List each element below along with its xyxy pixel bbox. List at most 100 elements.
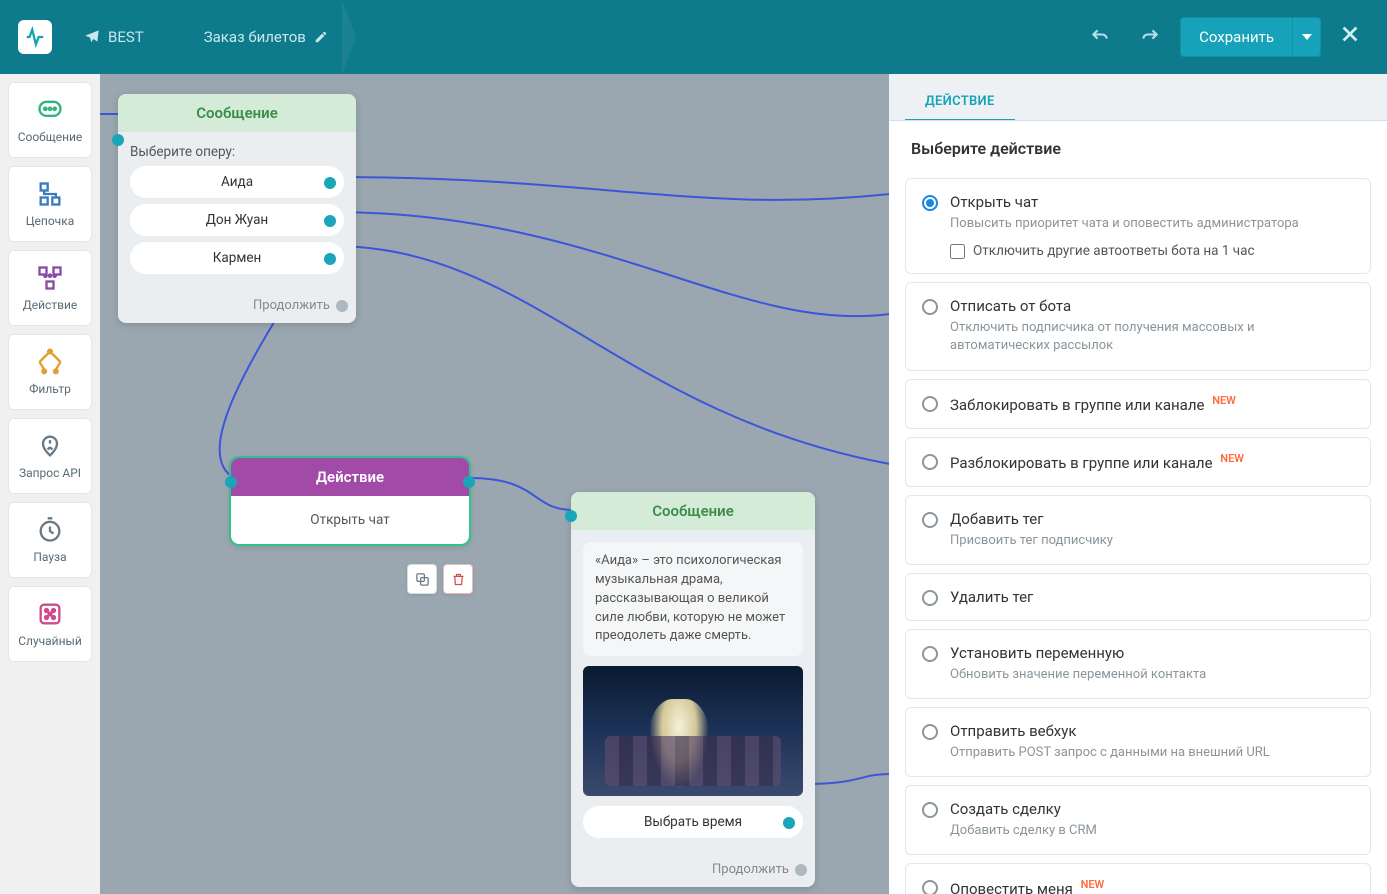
port-out[interactable]	[324, 253, 336, 265]
sidebar-item-1[interactable]: Цепочка	[8, 166, 92, 242]
sidebar-label: Фильтр	[29, 382, 71, 396]
option-desc: Отключить подписчика от получения массов…	[950, 319, 1354, 355]
node-body: «Аида» – это психологическая музыкальная…	[571, 530, 815, 856]
node-message-2[interactable]: Сообщение «Аида» – это психологическая м…	[571, 492, 815, 887]
panel-body: Выберите действие Открыть чат Повысить пр…	[889, 121, 1387, 894]
sidebar-label: Случайный	[18, 634, 82, 648]
copy-button[interactable]	[407, 564, 437, 594]
radio-icon	[922, 299, 938, 315]
option-name: Создать сделку	[950, 800, 1354, 818]
panel-tab[interactable]: ДЕЙСТВИЕ	[905, 80, 1015, 121]
port-out[interactable]	[463, 476, 475, 488]
action-body: Открыть чат	[231, 496, 469, 544]
sidebar-label: Цепочка	[26, 214, 74, 228]
sidebar: Сообщение Цепочка Действие Фильтр Запрос API…	[0, 74, 100, 894]
option-desc: Присвоить тег подписчику	[950, 532, 1354, 550]
option-row-0[interactable]: Аида	[130, 166, 344, 198]
action-option-4[interactable]: Добавить тег Присвоить тег подписчику	[905, 495, 1371, 565]
save-button[interactable]: Сохранить	[1180, 17, 1293, 57]
port-in[interactable]	[565, 510, 577, 522]
undo-button[interactable]	[1080, 17, 1120, 57]
action-option-6[interactable]: Установить переменнуюОбновить значение п…	[905, 629, 1371, 699]
topbar-left: BEST Заказ билетов	[18, 0, 342, 74]
node-title: Сообщение	[571, 492, 815, 530]
topbar: BEST Заказ билетов Сохранить	[0, 0, 1387, 74]
radio-icon	[922, 802, 938, 818]
action-option-0[interactable]: Открыть чат Повысить приоритет чата и опо…	[905, 178, 1371, 274]
port-out[interactable]	[324, 177, 336, 189]
delete-button[interactable]	[443, 564, 473, 594]
sidebar-label: Пауза	[33, 550, 66, 564]
checkbox-row[interactable]: Отключить другие автоответы бота на 1 ча…	[950, 243, 1354, 259]
radio-icon	[922, 724, 938, 740]
action-option-5[interactable]: Удалить тег	[905, 573, 1371, 621]
continue-row[interactable]: Продолжить	[118, 292, 356, 323]
node-title: Действие	[231, 458, 469, 496]
option-desc: Повысить приоритет чата и оповестить адм…	[950, 215, 1354, 233]
message-image	[583, 666, 803, 796]
continue-row[interactable]: Продолжить	[571, 856, 815, 887]
sidebar-item-4[interactable]: Запрос API	[8, 418, 92, 494]
option-name: Отправить вебхук	[950, 722, 1354, 740]
option-row-2[interactable]: Кармен	[130, 242, 344, 274]
port-out-continue[interactable]	[336, 300, 348, 312]
radio-icon	[922, 454, 938, 470]
port-out[interactable]	[324, 215, 336, 227]
right-panel: ДЕЙСТВИЕ Выберите действие Открыть чат По…	[889, 74, 1387, 894]
action-option-3[interactable]: Разблокировать в группе или канале NEW	[905, 437, 1371, 487]
sidebar-item-6[interactable]: Случайный	[8, 586, 92, 662]
sidebar-item-3[interactable]: Фильтр	[8, 334, 92, 410]
radio-icon	[922, 195, 938, 211]
port-out[interactable]	[783, 817, 795, 829]
option-name: Разблокировать в группе или канале NEW	[950, 452, 1354, 472]
option-label: Дон Жуан	[206, 212, 268, 228]
port-in[interactable]	[112, 134, 124, 146]
pencil-icon[interactable]	[314, 30, 328, 44]
redo-button[interactable]	[1130, 17, 1170, 57]
option-name: Заблокировать в группе или канале NEW	[950, 394, 1354, 414]
option-name: Отписать от бота	[950, 297, 1354, 315]
node-body: Выберите оперу: Аида Дон Жуан Кармен	[118, 132, 356, 292]
radio-icon	[922, 646, 938, 662]
disable-autoreply-checkbox[interactable]	[950, 244, 965, 259]
breadcrumb-flow[interactable]: Заказ билетов	[190, 0, 342, 74]
app-logo[interactable]	[18, 20, 52, 54]
option-button[interactable]: Выбрать время	[583, 806, 803, 838]
checkbox-label: Отключить другие автоответы бота на 1 ча…	[973, 243, 1255, 259]
sidebar-item-5[interactable]: Пауза	[8, 502, 92, 578]
radio-icon	[922, 590, 938, 606]
sidebar-item-2[interactable]: Действие	[8, 250, 92, 326]
main: Сообщение Цепочка Действие Фильтр Запрос API…	[0, 74, 1387, 894]
action-option-2[interactable]: Заблокировать в группе или канале NEW	[905, 379, 1371, 429]
node-action[interactable]: Действие Открыть чат	[231, 458, 469, 544]
option-name: Открыть чат	[950, 193, 1354, 211]
topbar-right: Сохранить	[1080, 17, 1369, 57]
option-label: Выбрать время	[644, 814, 742, 830]
option-row-1[interactable]: Дон Жуан	[130, 204, 344, 236]
port-out-continue[interactable]	[795, 864, 807, 876]
option-desc: Добавить сделку в CRM	[950, 822, 1354, 840]
action-option-9[interactable]: Оповестить меня NEWСообщение в Telegram …	[905, 863, 1371, 894]
node-message-1[interactable]: Сообщение Выберите оперу: Аида Дон Жуан Ка…	[118, 94, 356, 323]
option-name: Добавить тег	[950, 510, 1354, 528]
action-option-1[interactable]: Отписать от бота Отключить подписчика от …	[905, 282, 1371, 370]
save-dropdown[interactable]	[1293, 17, 1321, 57]
radio-icon	[922, 880, 938, 894]
new-badge: NEW	[1081, 878, 1105, 891]
port-in[interactable]	[225, 476, 237, 488]
option-label: Аида	[221, 174, 253, 190]
telegram-icon	[84, 29, 100, 45]
breadcrumb-bot[interactable]: BEST	[70, 0, 158, 74]
action-option-8[interactable]: Создать сделку Добавить сделку в CRM	[905, 785, 1371, 855]
panel-title: Выберите действие	[889, 121, 1387, 170]
option-desc: Отправить POST запрос с данными на внешн…	[950, 744, 1354, 762]
option-desc: Обновить значение переменной контакта	[950, 666, 1354, 684]
action-option-7[interactable]: Отправить вебхук Отправить POST запрос с …	[905, 707, 1371, 777]
prompt-text: Выберите оперу:	[130, 144, 344, 160]
sidebar-item-0[interactable]: Сообщение	[8, 82, 92, 158]
radio-icon	[922, 512, 938, 528]
close-button[interactable]	[1331, 22, 1369, 52]
node-title: Сообщение	[118, 94, 356, 132]
canvas[interactable]: Сообщение Выберите оперу: Аида Дон Жуан Ка…	[100, 74, 889, 894]
sidebar-label: Сообщение	[18, 130, 83, 144]
